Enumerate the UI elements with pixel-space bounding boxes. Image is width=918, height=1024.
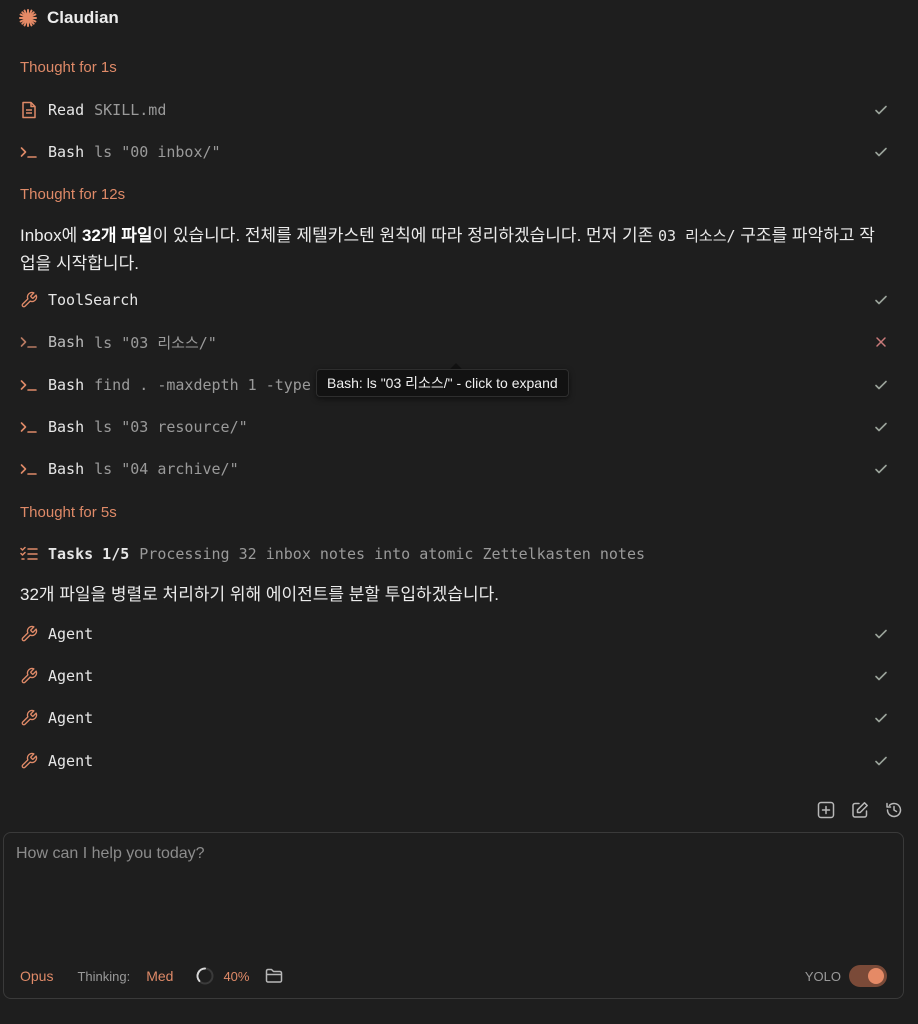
tool-args: find . -maxdepth 1 -type (94, 376, 311, 394)
context-percent: 40% (223, 968, 250, 984)
folder-icon (266, 968, 283, 983)
tool-name: Agent (48, 667, 94, 685)
terminal-icon (19, 417, 39, 437)
composer: Opus Thinking: Med 40% YOLO (3, 832, 904, 999)
thought-toggle[interactable]: Thought for 12s (20, 186, 125, 203)
edit-button[interactable] (850, 800, 870, 820)
context-ring-icon (196, 967, 214, 985)
file-icon (19, 100, 39, 120)
folder-button[interactable] (265, 968, 283, 984)
check-icon (872, 143, 890, 161)
composer-controls: Opus Thinking: Med 40% YOLO (20, 963, 887, 989)
wrench-icon (19, 666, 39, 686)
claude-logo-icon (18, 8, 38, 28)
tasks-description: Processing 32 inbox notes into atomic Ze… (139, 545, 646, 563)
check-icon (872, 667, 890, 685)
tool-args: ls "00 inbox/" (94, 143, 221, 161)
tool-name: Agent (48, 752, 94, 770)
app-title: Claudian (47, 8, 119, 27)
check-icon (872, 752, 890, 770)
tool-args: SKILL.md (94, 101, 167, 119)
model-selector[interactable]: Opus (20, 968, 53, 984)
yolo-label: YOLO (804, 968, 841, 984)
tool-call-bash-error[interactable]: Bash ls "03 리소스/" (19, 328, 890, 356)
check-icon (872, 101, 890, 119)
check-icon (872, 291, 890, 309)
tool-call-read[interactable]: Read SKILL.md (19, 96, 890, 124)
thinking-label: Thinking: (77, 968, 131, 984)
tool-call-toolsearch[interactable]: ToolSearch (19, 286, 890, 314)
context-usage: 40% (195, 966, 249, 986)
assistant-message: 32개 파일을 병렬로 처리하기 위해 에이전트를 분할 투입하겠습니다. (20, 585, 499, 604)
terminal-icon (19, 332, 39, 352)
tool-name: Bash (48, 376, 85, 394)
terminal-icon (19, 375, 39, 395)
tool-args: ls "03 리소스/" (94, 333, 217, 352)
check-icon (872, 625, 890, 643)
chat-input[interactable] (16, 845, 886, 955)
tool-args: ls "03 resource/" (94, 418, 248, 436)
tool-name: Agent (48, 709, 94, 727)
history-button[interactable] (884, 800, 904, 820)
claudian-panel: Claudian Thought for 1s Read SKILL.md Ba… (0, 0, 918, 1024)
wrench-icon (19, 290, 39, 310)
terminal-icon (19, 459, 39, 479)
wrench-icon (19, 708, 39, 728)
check-icon (872, 376, 890, 394)
chat-toolbar (816, 800, 904, 820)
tool-call-agent[interactable]: Agent (19, 704, 890, 732)
tool-name: Bash (48, 418, 85, 436)
tool-call-bash-archive[interactable]: Bash ls "04 archive/" (19, 455, 890, 483)
tool-call-agent[interactable]: Agent (19, 747, 890, 775)
tool-args: ls "04 archive/" (94, 460, 239, 478)
assistant-message: Inbox에 32개 파일이 있습니다. 전체를 제텔카스텐 원칙에 따라 정리… (20, 226, 875, 273)
tool-call-agent[interactable]: Agent (19, 662, 890, 690)
tool-call-agent[interactable]: Agent (19, 620, 890, 648)
tool-name: Bash (48, 460, 85, 478)
edit-icon (852, 802, 868, 818)
plus-square-icon (817, 801, 835, 819)
wrench-icon (19, 751, 39, 771)
terminal-icon (19, 142, 39, 162)
tool-name: Bash (48, 143, 85, 161)
check-icon (872, 709, 890, 727)
tool-call-bash[interactable]: Bash ls "00 inbox/" (19, 138, 890, 166)
tool-name: Agent (48, 625, 94, 643)
app-header: Claudian (18, 6, 119, 30)
thinking-selector[interactable]: Med (146, 968, 173, 984)
error-x-icon (872, 333, 890, 351)
toggle-knob (868, 968, 884, 984)
new-chat-button[interactable] (816, 800, 836, 820)
tool-name: ToolSearch (48, 291, 139, 309)
tasks-count: Tasks 1/5 (48, 545, 130, 563)
history-icon (886, 802, 902, 818)
wrench-icon (19, 624, 39, 644)
thought-toggle[interactable]: Thought for 5s (20, 504, 117, 521)
check-icon (872, 460, 890, 478)
tasks-summary[interactable]: Tasks 1/5 Processing 32 inbox notes into… (19, 540, 890, 568)
check-icon (872, 418, 890, 436)
tool-call-bash-resource[interactable]: Bash ls "03 resource/" (19, 413, 890, 441)
yolo-toggle[interactable] (849, 965, 887, 987)
tooltip: Bash: ls "03 리소스/" - click to expand (316, 369, 569, 397)
tool-name: Read (48, 101, 85, 119)
thought-toggle[interactable]: Thought for 1s (20, 59, 117, 76)
tool-name: Bash (48, 333, 85, 351)
tasks-icon (19, 544, 39, 564)
